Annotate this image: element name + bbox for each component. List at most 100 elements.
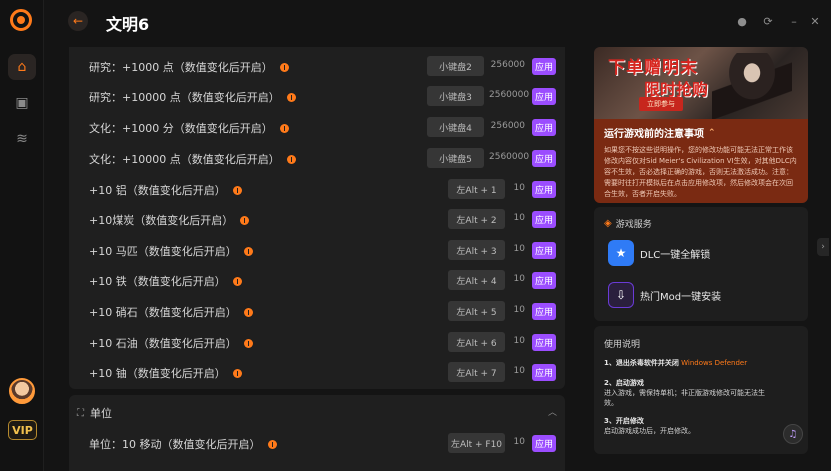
table-row: +10 铝（数值变化后开启） 左Alt + 1 10 应用 [69,177,565,203]
layers-icon[interactable]: ≋ [8,126,36,152]
gamepad-icon[interactable]: ▣ [8,90,36,116]
info-icon[interactable] [267,439,277,449]
banner-cta[interactable]: 立即参与 [639,97,683,111]
cheat-value: 10 [513,274,525,284]
game-services-card: ◈ 游戏服务 ★ DLC一键全解锁 ⇩ 热门Mod一键安装 [594,207,808,321]
info-icon[interactable] [286,92,296,102]
box-icon: ◈ [604,218,612,229]
cheat-value: 10 [513,336,525,346]
cheat-value: 256000 [490,121,525,131]
hotkey-button[interactable]: 左Alt + 7 [448,362,505,382]
apply-button[interactable]: 应用 [532,150,556,167]
info-icon[interactable] [232,276,242,286]
headset-icon[interactable]: ♫ [783,424,803,444]
cheat-label: 单位：10 移动（数值变化后开启） [89,436,277,452]
usage-guide-card: 使用说明 1、退出杀毒软件并关闭 Windows Defender 2、启动游戏… [594,326,808,454]
table-row: +10 硝石（数值变化后开启） 左Alt + 5 10 应用 [69,299,565,325]
avatar[interactable] [9,378,35,404]
banner-character-image [712,53,792,119]
app-logo-icon[interactable] [10,9,32,31]
apply-button[interactable]: 应用 [532,364,556,381]
download-icon: ⇩ [608,282,634,308]
back-button[interactable]: ← [68,11,88,31]
promo-banner[interactable]: 下单赠明末 限时抢购 立即参与 [594,47,808,119]
notice-card: 运行游戏前的注意事项 ⌃ 如果您不按这些说明操作，您的修改功能可能无法正常工作该修… [594,119,808,203]
hotkey-button[interactable]: 小键盘3 [427,86,484,106]
table-row: +10 铁（数值变化后开启） 左Alt + 4 10 应用 [69,268,565,294]
info-icon[interactable] [279,123,289,133]
services-header: ◈ 游戏服务 [604,218,652,230]
page-title: 文明6 [106,15,150,34]
hotkey-button[interactable]: 左Alt + 4 [448,270,505,290]
hotkey-button[interactable]: 左Alt + 5 [448,301,505,321]
home-icon[interactable]: ⌂ [8,54,36,80]
guide-step: 1、退出杀毒软件并关闭 Windows Defender [604,359,748,367]
cheat-label: 文化：+10000 点（数值变化后开启） [89,151,296,167]
notice-title: 运行游戏前的注意事项 ⌃ [604,127,716,141]
guide-title: 使用说明 [604,340,641,350]
cheat-value: 10 [513,437,525,447]
mod-install-button[interactable]: ⇩ 热门Mod一键安装 [608,281,798,309]
minimize-icon[interactable]: – [787,14,801,28]
apply-button[interactable]: 应用 [532,119,556,136]
cheat-value: 256000 [490,60,525,70]
guide-step: 2、启动游戏 进入游戏，需保持单机；非正版游戏修改可能无法生效。 [604,379,765,407]
cheat-label: +10 马匹（数值变化后开启） [89,243,253,259]
unit-section: ⛶ 单位 ︿ 单位：10 移动（数值变化后开启） 左Alt + F10 10 应… [69,395,565,471]
guide-step: 3、开启修改 启动游戏成功后，开启修改。 [604,417,695,435]
hotkey-button[interactable]: 左Alt + 2 [448,209,505,229]
hotkey-button[interactable]: 小键盘5 [427,148,484,168]
table-row: 文化：+10000 点（数值变化后开启） 小键盘5 2560000 应用 [69,146,565,172]
cheat-value: 2560000 [489,152,530,162]
hotkey-button[interactable]: 小键盘4 [427,117,484,137]
cheat-label: +10 石油（数值变化后开启） [89,335,253,351]
chevron-right-icon[interactable]: › [817,238,829,256]
cheat-value: 10 [513,183,525,193]
cheat-label: 文化：+1000 分（数值变化后开启） [89,120,289,136]
cheat-label: +10 铀（数值变化后开启） [89,365,242,381]
table-row: 研究：+1000 点（数值变化后开启） 小键盘2 256000 应用 [69,54,565,80]
cheat-value: 10 [513,213,525,223]
info-icon[interactable] [240,215,250,225]
table-row: +10煤炭（数值变化后开启） 左Alt + 2 10 应用 [69,207,565,233]
info-icon[interactable] [243,338,253,348]
service-label: DLC一键全解锁 [640,249,711,261]
cheat-label: +10 铝（数值变化后开启） [89,182,242,198]
vip-badge[interactable]: VIP [8,420,37,440]
record-icon[interactable]: ● [735,14,749,28]
info-icon[interactable] [286,154,296,164]
service-label: 热门Mod一键安装 [640,291,722,303]
info-icon[interactable] [232,368,242,378]
apply-button[interactable]: 应用 [532,58,556,75]
left-rail: ⌂ ▣ ≋ VIP [0,0,44,471]
info-icon[interactable] [279,62,289,72]
table-row: 文化：+1000 分（数值变化后开启） 小键盘4 256000 应用 [69,115,565,141]
info-icon[interactable] [243,307,253,317]
close-icon[interactable]: ✕ [808,14,822,28]
table-row: 研究：+10000 点（数值变化后开启） 小键盘3 2560000 应用 [69,84,565,110]
hotkey-button[interactable]: 左Alt + 6 [448,332,505,352]
apply-button[interactable]: 应用 [532,242,556,259]
dlc-unlock-button[interactable]: ★ DLC一键全解锁 [608,239,798,267]
info-icon[interactable] [232,185,242,195]
hotkey-button[interactable]: 左Alt + 3 [448,240,505,260]
flame-icon: ⌃ [708,127,716,138]
settings-icon[interactable]: ⟳ [761,14,775,28]
apply-button[interactable]: 应用 [532,88,556,105]
hotkey-button[interactable]: 小键盘2 [427,56,484,76]
chevron-up-icon[interactable]: ︿ [548,405,557,418]
apply-button[interactable]: 应用 [532,303,556,320]
table-row: +10 铀（数值变化后开启） 左Alt + 7 10 应用 [69,360,565,386]
hotkey-button[interactable]: 左Alt + 1 [448,179,505,199]
apply-button[interactable]: 应用 [532,272,556,289]
cheat-label: 研究：+1000 点（数值变化后开启） [89,59,289,75]
apply-button[interactable]: 应用 [532,334,556,351]
info-icon[interactable] [243,246,253,256]
hotkey-button[interactable]: 左Alt + F10 [448,433,505,453]
apply-button[interactable]: 应用 [532,181,556,198]
cheat-value: 10 [513,366,525,376]
apply-button[interactable]: 应用 [532,435,556,452]
table-row: +10 石油（数值变化后开启） 左Alt + 6 10 应用 [69,330,565,356]
apply-button[interactable]: 应用 [532,211,556,228]
section-header[interactable]: ⛶ 单位 [77,405,112,421]
